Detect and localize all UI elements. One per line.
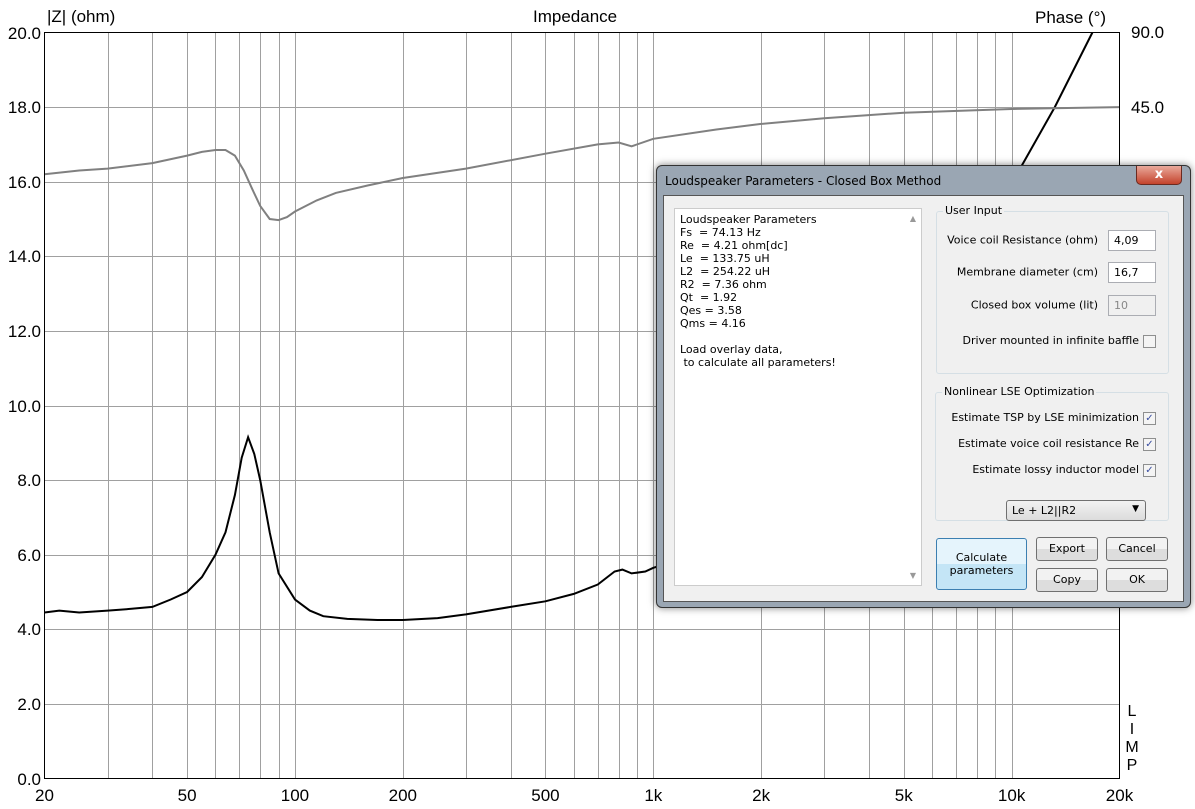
- volume-input[interactable]: 10: [1108, 295, 1156, 316]
- x-tick-label: 100: [280, 786, 310, 805]
- voice-coil-input[interactable]: 4,09: [1108, 230, 1156, 251]
- y-tick-label: 8.0: [17, 470, 41, 490]
- x-tick-label: 5k: [894, 786, 913, 805]
- re-checkbox[interactable]: ✓: [1143, 437, 1156, 451]
- y2-tick-45: 45.0: [1131, 98, 1165, 117]
- limp-label: LIMP: [1125, 703, 1139, 775]
- scroll-up-icon[interactable]: ▲: [905, 212, 921, 225]
- results-textbox[interactable]: Loudspeaker Parameters Fs = 74.13 Hz Re …: [674, 208, 922, 586]
- y2-tick-90: 90.0: [1131, 23, 1165, 42]
- chevron-down-icon: ▼: [1132, 504, 1139, 514]
- export-button[interactable]: Export: [1036, 537, 1098, 561]
- user-input-caption: User Input: [943, 204, 1005, 217]
- copy-button[interactable]: Copy: [1036, 568, 1098, 592]
- y-tick-label: 12.0: [7, 321, 41, 341]
- calculate-parameters-button[interactable]: Calculate parameters: [936, 538, 1027, 590]
- x-tick-label: 2k: [752, 786, 771, 805]
- tsp-label: Estimate TSP by LSE minimization: [951, 411, 1139, 424]
- cancel-button[interactable]: Cancel: [1106, 537, 1168, 561]
- y-tick-label: 18.0: [7, 97, 41, 117]
- lossy-checkbox[interactable]: ✓: [1143, 463, 1156, 477]
- close-button[interactable]: x: [1136, 166, 1182, 185]
- loudspeaker-parameters-dialog: Loudspeaker Parameters - Closed Box Meth…: [656, 165, 1191, 608]
- x-tick-label: 500: [531, 786, 560, 805]
- inductor-model-select[interactable]: Le + L2||R2 ▼: [1006, 500, 1146, 521]
- lse-group: Nonlinear LSE Optimization Estimate TSP …: [935, 385, 1169, 521]
- y-tick-label: 14.0: [7, 246, 41, 266]
- user-input-group: User Input Voice coil Resistance (ohm) 4,…: [936, 204, 1169, 374]
- y-tick-label: 16.0: [7, 172, 41, 192]
- baffle-checkbox[interactable]: [1143, 334, 1156, 348]
- lse-caption: Nonlinear LSE Optimization: [942, 385, 1097, 398]
- limp-letter: L: [1127, 703, 1137, 720]
- re-label: Estimate voice coil resistance Re: [958, 437, 1139, 450]
- x-tick-label: 200: [388, 786, 418, 805]
- x-tick-label: 1k: [644, 786, 663, 805]
- membrane-input[interactable]: 16,7: [1108, 262, 1156, 283]
- y-tick-label: 20.0: [7, 23, 41, 43]
- limp-letter: M: [1125, 739, 1139, 756]
- y2-axis-label: Phase (°): [1035, 8, 1107, 27]
- results-text: Loudspeaker Parameters Fs = 74.13 Hz Re …: [680, 213, 836, 369]
- dialog-title: Loudspeaker Parameters - Closed Box Meth…: [665, 174, 942, 188]
- tsp-checkbox[interactable]: ✓: [1143, 411, 1156, 425]
- ok-button[interactable]: OK: [1106, 568, 1168, 592]
- inductor-model-value: Le + L2||R2: [1012, 504, 1077, 517]
- results-scrollbar[interactable]: ▲ ▼: [905, 209, 921, 585]
- volume-label: Closed box volume (lit): [970, 298, 1098, 312]
- scroll-down-icon[interactable]: ▼: [905, 569, 921, 582]
- x-tick-label: 20k: [1105, 786, 1134, 805]
- dialog-client: Loudspeaker Parameters Fs = 74.13 Hz Re …: [663, 195, 1184, 602]
- x-tick-label: 20: [35, 786, 54, 805]
- x-tick-label: 50: [177, 786, 197, 805]
- baffle-label: Driver mounted in infinite baffle: [962, 334, 1139, 347]
- y-tick-label: 6.0: [17, 545, 41, 565]
- voice-coil-label: Voice coil Resistance (ohm): [947, 233, 1098, 247]
- y-tick-label: 10.0: [7, 396, 41, 416]
- y-tick-label: 2.0: [17, 694, 41, 714]
- x-tick-label: 10k: [997, 786, 1026, 805]
- limp-letter: P: [1126, 757, 1138, 774]
- y-tick-label: 4.0: [17, 619, 41, 639]
- limp-letter: I: [1129, 721, 1135, 738]
- chart-title: Impedance: [533, 7, 618, 26]
- lossy-label: Estimate lossy inductor model: [972, 463, 1139, 476]
- membrane-label: Membrane diameter (cm): [956, 265, 1098, 279]
- y-axis-label: |Z| (ohm): [47, 7, 116, 26]
